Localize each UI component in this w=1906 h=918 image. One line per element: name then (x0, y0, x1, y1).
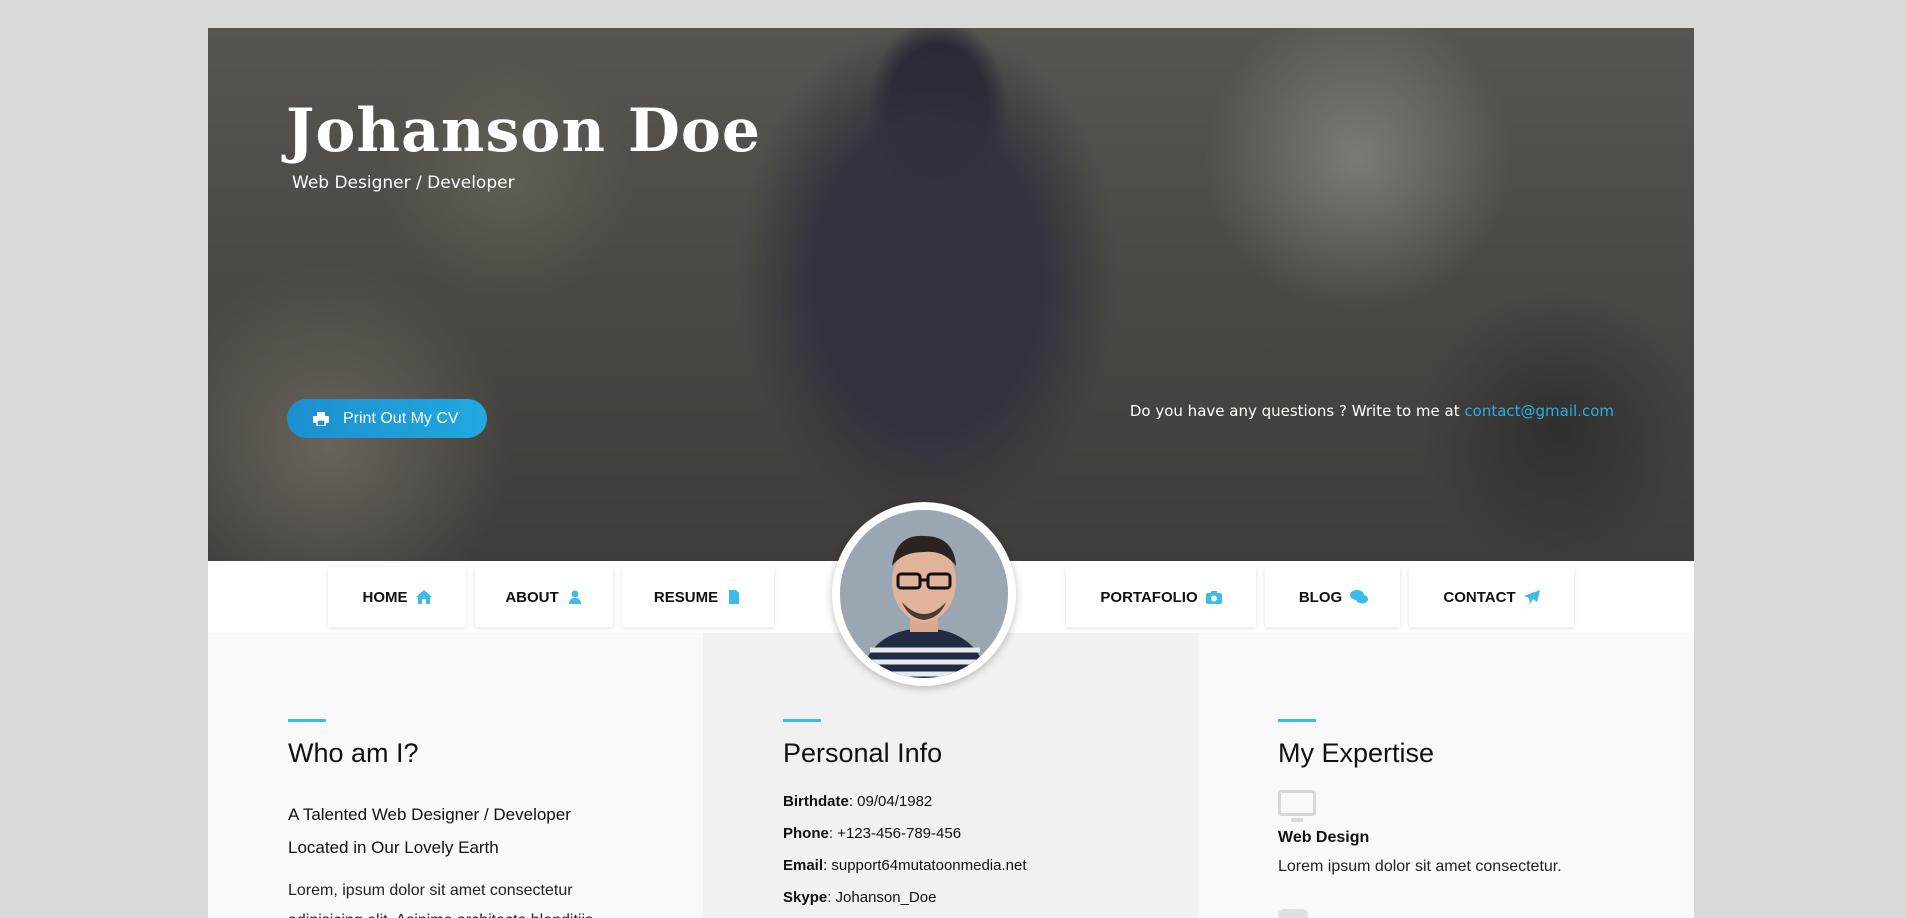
expertise-accent-bar (1278, 719, 1316, 722)
nav-contact-label: CONTACT (1443, 588, 1516, 606)
about-column: Who am I? A Talented Web Designer / Deve… (208, 633, 703, 918)
nav-home[interactable]: HOME (328, 567, 466, 627)
info-label: Email (783, 857, 824, 874)
hero-contact: Do you have any questions ? Write to me … (1130, 402, 1614, 420)
printer-icon (313, 411, 329, 427)
avatar (832, 502, 1016, 686)
print-cv-button[interactable]: Print Out My CV (287, 399, 487, 438)
info-label: Skype (783, 889, 828, 906)
expertise-next-icon (1278, 909, 1308, 918)
nav-resume[interactable]: RESUME (622, 567, 774, 627)
info-row-email: Email: support64mutatoonmedia.net (783, 857, 1027, 874)
user-icon (567, 590, 583, 604)
about-text: Lorem, ipsum dolor sit amet consectetur … (288, 882, 593, 918)
info-label: Birthdate (783, 793, 849, 810)
contact-prefix: Do you have any questions ? Write to me … (1129, 402, 1460, 420)
info-value: : support64mutatoonmedia.net (823, 857, 1027, 874)
info-accent-bar (783, 719, 821, 722)
print-cv-label: Print Out My CV (343, 409, 459, 427)
avatar-photo (840, 510, 1008, 678)
expertise-title: My Expertise (1278, 738, 1435, 768)
page: Johanson Doe Web Designer / Developer Pr… (208, 28, 1694, 918)
info-title: Personal Info (783, 738, 943, 768)
nav-portafolio[interactable]: PORTAFOLIO (1066, 567, 1256, 627)
info-value: : +123-456-789-456 (828, 825, 962, 842)
nav-home-label: HOME (362, 588, 408, 606)
contact-email-link[interactable]: contact@gmail.com (1464, 402, 1614, 420)
expertise-column: My Expertise Web Design Lorem ipsum dolo… (1198, 633, 1694, 918)
nav-about[interactable]: ABOUT (475, 567, 613, 627)
info-value: : 09/04/1982 (848, 793, 933, 810)
info-row-skype: Skype: Johanson_Doe (783, 889, 936, 906)
info-row-birthdate: Birthdate: 09/04/1982 (783, 793, 932, 810)
file-icon (726, 590, 742, 604)
info-label: Phone (783, 825, 829, 842)
about-title: Who am I? (288, 738, 419, 768)
comments-icon (1350, 590, 1369, 604)
info-row-phone: Phone: +123-456-789-456 (783, 825, 961, 842)
nav-blog-label: BLOG (1298, 588, 1343, 606)
nav-blog[interactable]: BLOG (1265, 567, 1400, 627)
nav-contact[interactable]: CONTACT (1409, 567, 1574, 627)
camera-icon (1205, 590, 1222, 604)
hero-name: Johanson Doe (286, 96, 762, 166)
hero-banner: Johanson Doe Web Designer / Developer Pr… (208, 28, 1694, 561)
about-accent-bar (288, 719, 326, 722)
nav-resume-label: RESUME (653, 588, 719, 606)
info-value: : Johanson_Doe (827, 889, 937, 906)
about-subtitle: A Talented Web Designer / Developer Loca… (288, 805, 571, 857)
paper-plane-icon (1523, 590, 1540, 604)
expertise-item-title: Web Design (1278, 829, 1370, 846)
nav-portafolio-label: PORTAFOLIO (1100, 588, 1198, 606)
expertise-item-text: Lorem ipsum dolor sit amet consectetur. (1278, 858, 1562, 875)
monitor-icon (1278, 790, 1316, 822)
home-icon (415, 590, 432, 604)
nav-about-label: ABOUT (505, 588, 559, 606)
hero-role: Web Designer / Developer (292, 173, 515, 193)
